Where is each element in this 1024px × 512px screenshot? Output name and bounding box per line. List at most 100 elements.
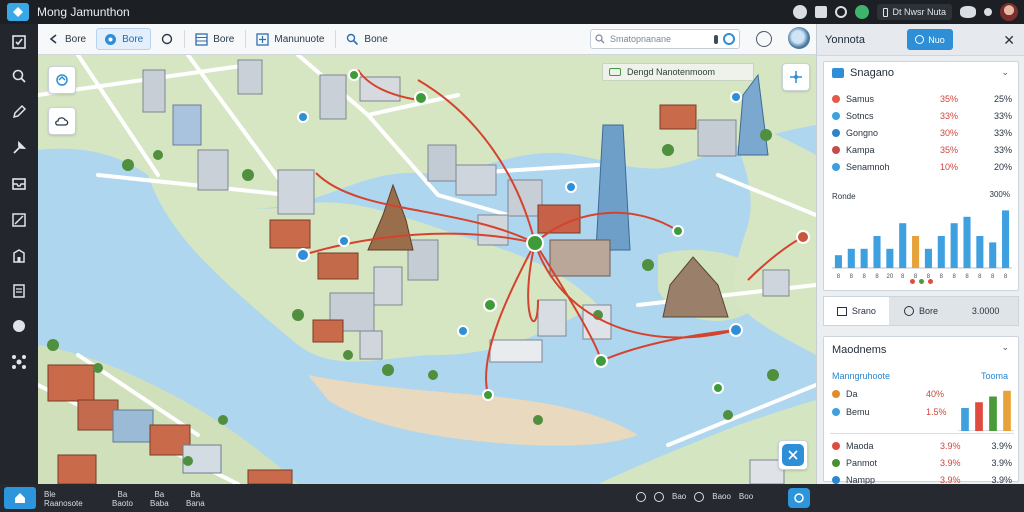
tool-layers-label: Manunuote xyxy=(274,33,325,45)
right-panel-title: Yonnota xyxy=(825,33,865,46)
stats-card-secondary-header[interactable]: Maodnems ⌄ xyxy=(824,337,1018,363)
chart-bar[interactable] xyxy=(989,396,997,432)
chart-bar[interactable] xyxy=(950,223,958,268)
window-icon[interactable] xyxy=(815,6,828,18)
chart-bar[interactable] xyxy=(976,236,984,268)
right-panel-action-button[interactable]: Nuo xyxy=(907,29,953,50)
checklist-icon[interactable] xyxy=(9,32,29,52)
list-item[interactable]: Sotncs 33% 33% xyxy=(832,109,1012,123)
chart-bar[interactable] xyxy=(860,248,868,268)
tool-layers[interactable]: Manunuote xyxy=(249,28,331,50)
mic-icon[interactable] xyxy=(714,34,718,44)
clock-icon[interactable] xyxy=(835,6,848,18)
chart-bar[interactable] xyxy=(873,236,881,268)
map-locate-button[interactable] xyxy=(48,66,76,94)
status-item-4[interactable]: Ba Bana xyxy=(186,490,205,508)
status-item-3[interactable]: Ba Baba xyxy=(150,490,169,508)
status-item-2[interactable]: Ba Baoto xyxy=(112,490,133,508)
map-route-button[interactable] xyxy=(778,440,808,470)
chart-bar[interactable] xyxy=(937,236,945,268)
tab-bore[interactable]: Bore xyxy=(889,297,954,325)
chart-bar[interactable] xyxy=(975,402,983,431)
list-item[interactable]: Maoda 3.9% 3.9% xyxy=(832,439,1012,453)
pin-icon xyxy=(347,33,359,45)
status-item-text: Ba Bana xyxy=(186,490,205,508)
settings-icon[interactable] xyxy=(960,6,976,18)
status-right-item[interactable]: Bao xyxy=(672,492,686,502)
toggle-icon[interactable] xyxy=(984,8,992,16)
locate-me-button[interactable] xyxy=(788,488,810,508)
chevron-down-icon[interactable]: ⌄ xyxy=(1001,342,1009,353)
clock-icon[interactable] xyxy=(694,492,705,502)
home-button[interactable] xyxy=(4,487,36,509)
list-item-dot-icon xyxy=(832,95,840,103)
chart-tick-label: 8 xyxy=(901,274,905,280)
tool-back[interactable]: Bore xyxy=(41,28,93,50)
account-pill[interactable]: Dt Nwsr Nuta xyxy=(877,4,952,20)
chart-tick-label: 8 xyxy=(978,274,982,280)
tab-value[interactable]: 3.0000 xyxy=(953,297,1018,325)
tools-icon[interactable] xyxy=(9,138,29,158)
tool-circle[interactable] xyxy=(154,28,180,50)
chart-bar[interactable] xyxy=(886,248,894,268)
chart-bar[interactable] xyxy=(989,242,997,268)
close-icon[interactable]: ✕ xyxy=(1003,32,1015,49)
toolbar-divider xyxy=(184,30,186,48)
account-pill-label: Dt Nwsr Nuta xyxy=(892,7,946,17)
list-item[interactable]: Bemu 1.5% xyxy=(832,405,950,419)
stats-card-primary-header[interactable]: Snagano ⌄ xyxy=(824,62,1018,84)
document-icon[interactable] xyxy=(9,281,29,301)
eye-icon[interactable] xyxy=(654,492,664,502)
tab-srano[interactable]: Srano xyxy=(824,297,889,325)
map-layers-button[interactable] xyxy=(48,107,76,135)
circle-icon xyxy=(162,33,173,45)
tool-pin-label: Bone xyxy=(364,33,388,45)
status-item-primary[interactable]: Ble Raanosote xyxy=(44,490,83,508)
tool-grid[interactable]: Bore xyxy=(188,28,241,50)
chart-bar[interactable] xyxy=(912,236,920,268)
notification-icon[interactable] xyxy=(793,5,808,19)
stats-card-secondary-title: Maodnems xyxy=(832,344,887,356)
globe-icon[interactable] xyxy=(788,27,810,49)
chart-bar[interactable] xyxy=(899,223,907,268)
search-go-icon[interactable] xyxy=(723,33,735,45)
chart-bar[interactable] xyxy=(1003,390,1011,431)
list-item[interactable]: Samus 35% 25% xyxy=(832,92,1012,106)
map-search-input[interactable]: Smatopnanane xyxy=(590,29,740,49)
link-icon[interactable] xyxy=(636,492,646,502)
chart-bar[interactable] xyxy=(847,248,855,268)
search-icon[interactable] xyxy=(9,66,29,86)
status-item-text: Ba Baoto xyxy=(112,490,133,508)
map-compass-button[interactable] xyxy=(782,63,810,91)
map-canvas[interactable]: Dengd Nanotenmoom xyxy=(38,55,816,484)
status-right-item[interactable]: Baoo xyxy=(712,492,731,502)
tool-pin[interactable]: Bone xyxy=(339,28,394,50)
list-item[interactable]: Gongno 30% 33% xyxy=(832,126,1012,140)
chart-bar[interactable] xyxy=(834,255,842,268)
card-badge-icon xyxy=(832,68,844,78)
building-icon[interactable] xyxy=(9,246,29,266)
pen-icon[interactable] xyxy=(9,102,29,122)
land-south-strip xyxy=(308,375,638,446)
chevron-down-icon[interactable]: ⌄ xyxy=(1001,67,1009,78)
chart-bar[interactable] xyxy=(963,216,971,268)
camera-icon[interactable] xyxy=(756,31,772,47)
list-item[interactable]: Kampa 35% 33% xyxy=(832,143,1012,157)
status-right-item[interactable]: Boo xyxy=(739,492,753,502)
chart-bar[interactable] xyxy=(961,408,969,431)
list-item-value: 3.9% xyxy=(940,458,961,468)
list-item[interactable]: Panmot 3.9% 3.9% xyxy=(832,456,1012,470)
chart-bar[interactable] xyxy=(924,248,932,268)
network-icon[interactable] xyxy=(9,352,29,372)
status-icon[interactable] xyxy=(855,5,870,19)
chart-bar[interactable] xyxy=(1002,210,1010,268)
status-right-group: Bao Baoo Boo xyxy=(636,492,753,502)
inbox-icon[interactable] xyxy=(9,174,29,194)
chart-icon[interactable] xyxy=(9,210,29,230)
list-item[interactable]: Senamnoh 10% 20% xyxy=(832,160,1012,174)
list-item[interactable]: Da 40% xyxy=(832,387,950,401)
list-item-dot-icon xyxy=(832,408,840,416)
tool-location[interactable]: Bore xyxy=(96,28,152,50)
avatar[interactable] xyxy=(1000,3,1018,21)
chat-icon[interactable] xyxy=(9,316,29,336)
